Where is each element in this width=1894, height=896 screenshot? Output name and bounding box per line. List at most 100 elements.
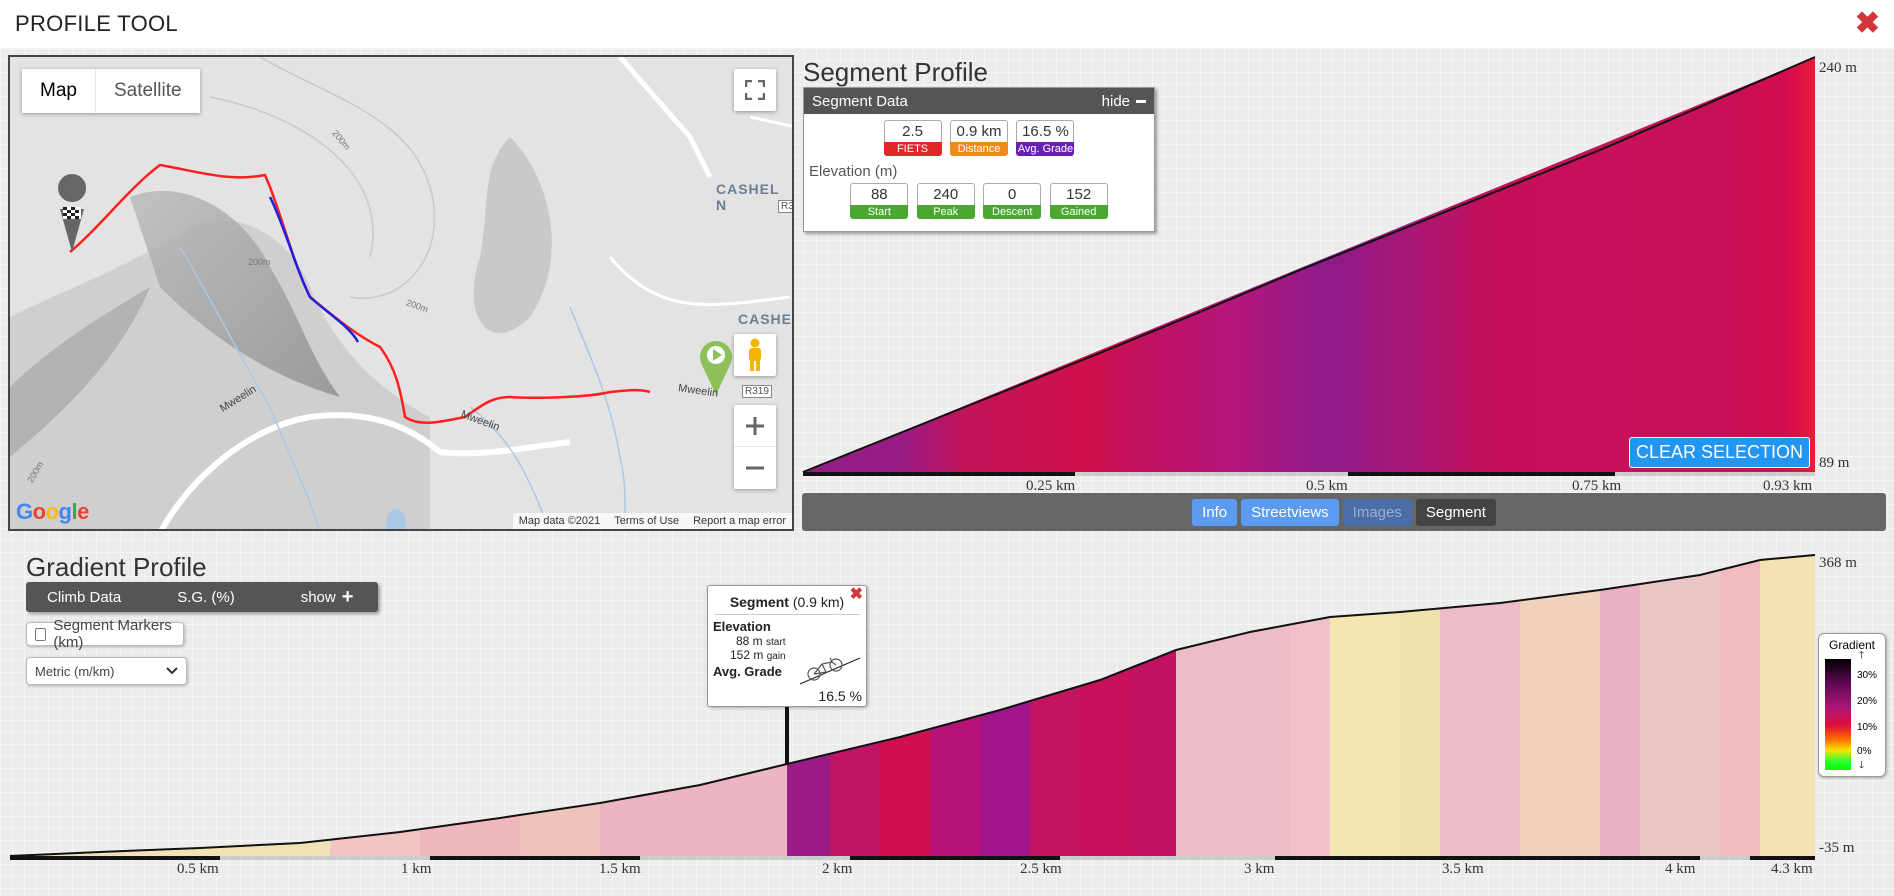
close-icon[interactable]: ✖: [1855, 6, 1880, 41]
segment-tooltip: ✖ Segment (0.9 km) Elevation 88 m start …: [707, 585, 867, 707]
google-logo[interactable]: Google: [16, 499, 89, 525]
gradient-band: [10, 851, 120, 856]
gradient-x-tick: 2.5 km: [1020, 861, 1062, 877]
route-shield: R319: [742, 385, 772, 398]
elevation-gained-label: Gained: [1049, 205, 1108, 219]
gradient-band: [830, 741, 880, 856]
elevation-descent-stat: 0 Descent: [983, 183, 1042, 219]
gradient-y-top: 368 m: [1819, 555, 1857, 571]
units-select-value: Metric (m/km): [35, 663, 115, 679]
segment-markers-label: Segment Markers (km): [53, 617, 172, 651]
zoom-out-button[interactable]: [734, 447, 776, 489]
legend-tick: 0%: [1857, 746, 1872, 757]
fiets-stat: 2.5 FIETS: [883, 120, 942, 156]
segment-data-title: Segment Data: [812, 92, 908, 110]
gradient-x-tick: 0.5 km: [177, 861, 219, 877]
map-type-control: Map Satellite: [22, 69, 200, 113]
fullscreen-button[interactable]: [734, 69, 776, 111]
segment-data-panel: Segment Data hide 2.5 FIETS 0.9 km Distanc…: [803, 87, 1155, 232]
distance-value: 0.9 km: [950, 120, 1008, 142]
map-view[interactable]: CASHEL N CASHE R3 R319 Mweelin Mweelin M…: [8, 55, 794, 531]
elevation-peak-label: Peak: [916, 205, 975, 219]
clear-selection-button[interactable]: CLEAR SELECTION: [1629, 437, 1811, 468]
plus-icon: [746, 416, 764, 435]
distance-label: Distance: [950, 142, 1008, 156]
legend-title: Gradient: [1828, 638, 1876, 652]
contour-label: 200m: [248, 257, 271, 267]
elevation-start-value: 88: [850, 183, 909, 205]
gradient-band: [330, 829, 420, 856]
gradient-band: [1760, 555, 1815, 856]
gradient-band: [1600, 584, 1640, 856]
segment-stats-row: 2.5 FIETS 0.9 km Distance 16.5 % Avg. Grade: [804, 120, 1154, 156]
tab-images[interactable]: Images: [1342, 498, 1412, 526]
legend-tick: 10%: [1857, 722, 1878, 733]
segment-profile-title: Segment Profile: [803, 57, 988, 87]
gradient-band: [1290, 617, 1330, 856]
tab-info[interactable]: Info: [1192, 498, 1238, 526]
terms-of-use-link[interactable]: Terms of Use: [614, 515, 679, 527]
elevation-heading: Elevation (m): [809, 163, 898, 180]
report-map-error-link[interactable]: Report a map error: [693, 515, 786, 527]
map-attribution: Map data ©2021 Terms of Use Report a map…: [512, 513, 792, 529]
gradient-x-tick: 4.3 km: [1771, 861, 1813, 877]
gradient-y-bottom: -35 m: [1819, 840, 1855, 856]
avg-grade-value: 16.5 %: [1016, 120, 1075, 142]
segment-markers-toggle[interactable]: Segment Markers (km): [26, 617, 184, 651]
minus-icon: [746, 466, 764, 470]
show-panel-button[interactable]: show +: [301, 586, 354, 609]
elevation-descent-value: 0: [983, 183, 1042, 205]
segment-markers-checkbox[interactable]: [35, 627, 47, 641]
tooltip-avg-grade-value: 16.5 %: [818, 688, 862, 704]
street-view-pegman[interactable]: [734, 334, 776, 376]
pegman-icon: [749, 338, 761, 371]
gradient-x-tick: 1.5 km: [599, 861, 641, 877]
gradient-x-tick: 4 km: [1665, 861, 1696, 877]
tab-streetviews[interactable]: Streetviews: [1241, 498, 1339, 526]
profile-tab-bar: Info Streetviews Images Segment: [802, 493, 1886, 531]
distance-stat: 0.9 km Distance: [950, 120, 1008, 156]
gradient-band: [980, 701, 1030, 856]
profile-tool-window: PROFILE TOOL ✖ CASHEL N CASHE R3 R319 Mw…: [0, 0, 1894, 896]
tooltip-start-value: 88 m: [736, 634, 763, 648]
gradient-band: [420, 815, 520, 856]
elevation-descent-label: Descent: [983, 205, 1042, 219]
gradient-x-tick: 3.5 km: [1442, 861, 1484, 877]
fiets-value: 2.5: [883, 120, 942, 142]
gradient-band: [1176, 624, 1290, 856]
tooltip-start-label: start: [766, 637, 786, 648]
legend-tick: 20%: [1857, 696, 1878, 707]
elevation-peak-stat: 240 Peak: [916, 183, 975, 219]
elevation-peak-value: 240: [916, 183, 975, 205]
hide-panel-button[interactable]: hide: [1102, 93, 1146, 110]
avg-grade-stat: 16.5 % Avg. Grade: [1016, 120, 1075, 156]
gradient-band: [600, 764, 787, 856]
gradient-band: [1080, 668, 1130, 856]
tooltip-close-icon[interactable]: ✖: [850, 584, 863, 604]
map-type-map-button[interactable]: Map: [22, 69, 95, 113]
map-type-satellite-button[interactable]: Satellite: [94, 69, 200, 113]
tooltip-gain-label: gain: [766, 651, 786, 662]
gradient-band: [787, 753, 830, 856]
tooltip-elevation-heading: Elevation: [713, 619, 771, 634]
tooltip-gain-value: 152 m: [730, 648, 764, 662]
gradient-band: [1440, 600, 1520, 856]
avg-grade-label: Avg. Grade: [1016, 142, 1075, 156]
gradient-x-tick: 3 km: [1244, 861, 1275, 877]
climb-data-label[interactable]: Climb Data: [47, 589, 121, 606]
tooltip-distance: (0.9 km): [792, 594, 845, 610]
gradient-x-tick: 1 km: [401, 861, 432, 877]
route-shield: R3: [778, 200, 792, 213]
gradient-band: [120, 839, 330, 856]
units-select[interactable]: Metric (m/km): [26, 657, 187, 685]
segment-y-top: 240 m: [1819, 60, 1857, 76]
gradient-band: [1030, 686, 1080, 856]
elevation-start-label: Start: [850, 205, 909, 219]
sg-label[interactable]: S.G. (%): [177, 589, 235, 606]
elevation-gained-stat: 152 Gained: [1049, 183, 1108, 219]
chevron-down-icon: [166, 667, 178, 675]
bicycle-icon: [800, 657, 861, 685]
tab-segment[interactable]: Segment: [1415, 498, 1496, 526]
zoom-in-button[interactable]: [734, 405, 776, 447]
gradient-band: [520, 803, 600, 856]
